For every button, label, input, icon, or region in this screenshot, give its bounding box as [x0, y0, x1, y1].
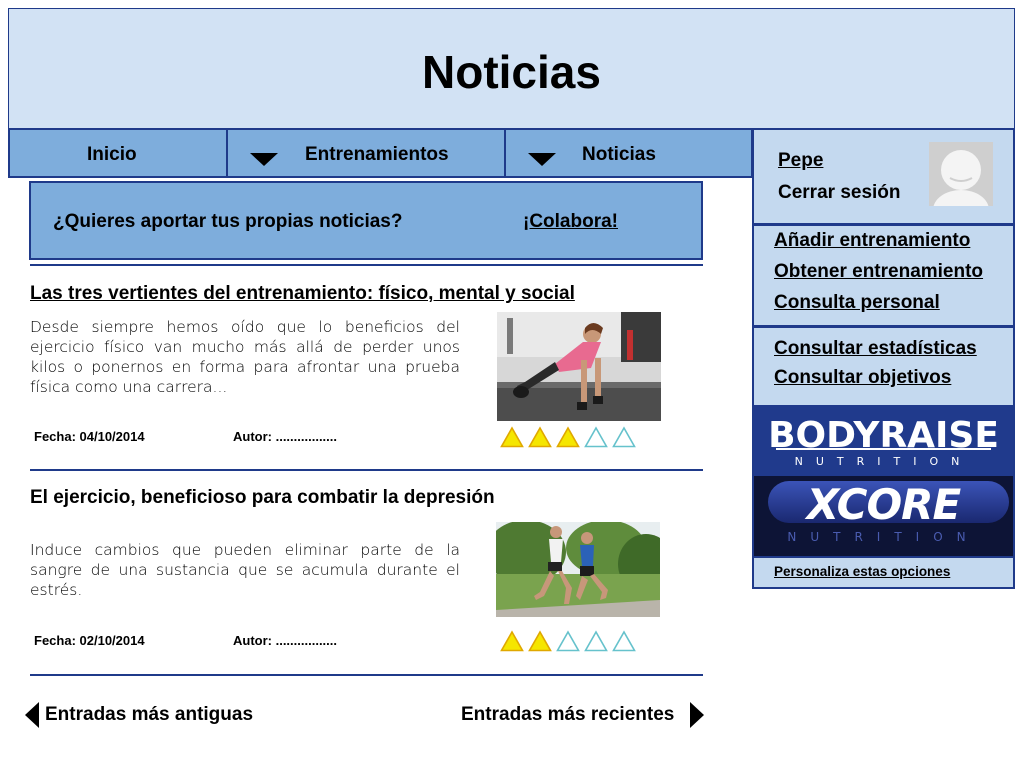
rating-star-empty-icon[interactable] — [556, 630, 580, 652]
collaborate-box: ¿Quieres aportar tus propias noticias? ¡… — [29, 181, 703, 260]
banner-tagline: NUTRITION — [794, 455, 973, 468]
divider — [30, 674, 703, 676]
divider — [30, 469, 703, 471]
nav-item-label: Entrenamientos — [305, 144, 449, 165]
page-header: Noticias — [8, 8, 1015, 129]
banner-tagline: NUTRITION — [787, 530, 980, 544]
rating-star-empty-icon[interactable] — [612, 426, 636, 448]
older-entries-label: Entradas más antiguas — [45, 704, 254, 725]
rating-star-filled-icon[interactable] — [500, 630, 524, 652]
logout-link[interactable]: Cerrar sesión — [778, 182, 901, 204]
article-image[interactable] — [497, 312, 661, 421]
nav-item-label: Noticias — [582, 144, 656, 165]
article-date: Fecha: 04/10/2014 — [34, 429, 145, 444]
article-summary: Desde siempre hemos oído que lo benefici… — [30, 318, 460, 396]
arrow-right-icon — [690, 702, 704, 728]
sidebar-item-add-training[interactable]: Añadir entrenamiento — [774, 230, 970, 252]
bodyraise-banner[interactable]: BODYRAISE NUTRITION — [752, 405, 1015, 476]
nav-item-noticias[interactable]: Noticias — [506, 130, 751, 176]
banner-rule — [776, 448, 991, 450]
collaborate-question: ¿Quieres aportar tus propias noticias? — [53, 211, 403, 232]
article-author: Autor: ................. — [233, 429, 337, 444]
page-title: Noticias — [422, 46, 601, 98]
article-summary: Induce cambios que pueden eliminar parte… — [30, 541, 460, 599]
sidebar-item-get-training[interactable]: Obtener entrenamiento — [774, 261, 983, 283]
rating-star-filled-icon[interactable] — [528, 630, 552, 652]
rating-star-empty-icon[interactable] — [584, 426, 608, 448]
running-photo — [496, 522, 660, 617]
xcore-banner[interactable]: XCORE NUTRITION — [752, 476, 1015, 556]
avatar[interactable] — [929, 142, 993, 206]
sidebar-menu-training: Añadir entrenamiento Obtener entrenamien… — [752, 224, 1015, 327]
article-image[interactable] — [496, 522, 660, 617]
customize-panel: Personaliza estas opciones — [752, 556, 1015, 589]
collaborate-link[interactable]: ¡Colabora! — [523, 211, 618, 233]
arrow-left-icon — [25, 702, 39, 728]
newer-entries-label: Entradas más recientes — [461, 704, 675, 725]
article-author: Autor: ................. — [233, 633, 337, 648]
banner-brand: XCORE — [806, 480, 961, 529]
user-avatar-icon — [933, 150, 989, 206]
article-title-link[interactable]: El ejercicio, beneficioso para combatir … — [30, 487, 495, 509]
workout-photo — [497, 312, 661, 421]
chevron-down-icon[interactable] — [528, 153, 556, 166]
rating-star-filled-icon[interactable] — [556, 426, 580, 448]
chevron-down-icon[interactable] — [250, 153, 278, 166]
article-title-link[interactable]: Las tres vertientes del entrenamiento: f… — [30, 283, 575, 305]
user-panel: Pepe Cerrar sesión — [752, 128, 1015, 225]
sidebar-item-goals[interactable]: Consultar objetivos — [774, 367, 951, 389]
customize-link[interactable]: Personaliza estas opciones — [774, 564, 950, 579]
nav-item-label: Inicio — [87, 144, 137, 165]
rating-star-filled-icon[interactable] — [500, 426, 524, 448]
article-rating[interactable] — [500, 426, 636, 448]
article-rating[interactable] — [500, 630, 636, 652]
article-date: Fecha: 02/10/2014 — [34, 633, 145, 648]
main-nav: Inicio Entrenamientos Noticias — [8, 128, 753, 178]
nav-item-entrenamientos[interactable]: Entrenamientos — [228, 130, 504, 176]
rating-star-filled-icon[interactable] — [528, 426, 552, 448]
sidebar-menu-stats: Consultar estadísticas Consultar objetiv… — [752, 326, 1015, 406]
sidebar-item-stats[interactable]: Consultar estadísticas — [774, 338, 977, 360]
rating-star-empty-icon[interactable] — [612, 630, 636, 652]
sidebar-item-personal-query[interactable]: Consulta personal — [774, 292, 940, 314]
divider — [30, 264, 703, 266]
nav-item-inicio[interactable]: Inicio — [10, 130, 226, 176]
username-link[interactable]: Pepe — [778, 150, 823, 172]
newer-entries-link[interactable]: Entradas más recientes — [461, 702, 705, 728]
rating-star-empty-icon[interactable] — [584, 630, 608, 652]
